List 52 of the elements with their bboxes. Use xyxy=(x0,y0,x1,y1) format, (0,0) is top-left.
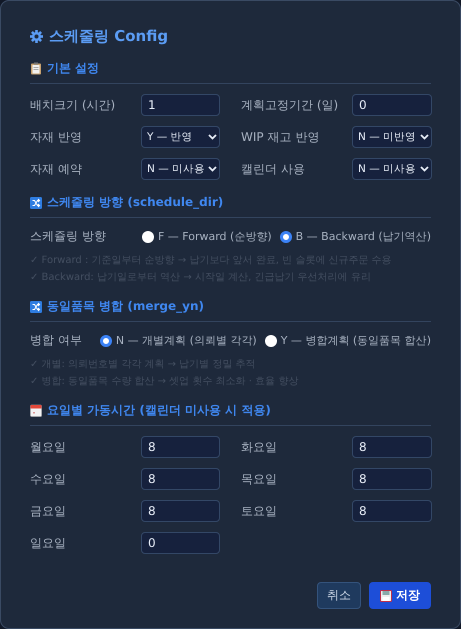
dropdown[interactable]: N — 미사용 xyxy=(141,158,220,180)
clipboard-icon xyxy=(30,62,42,75)
field-label: 목요일 xyxy=(240,470,278,488)
number-field[interactable]: 8 xyxy=(141,468,220,490)
section-title: 기본 설정 xyxy=(47,60,100,77)
dropdown[interactable]: Y — 반영 xyxy=(141,126,220,148)
radio-option[interactable]: B — Backward (납기역산) xyxy=(280,229,431,244)
section-title: 스케줄링 방향 (schedule_dir) xyxy=(47,194,224,211)
field-label: 계획고정기간 (일) xyxy=(240,96,340,114)
field-label: 자재 예약 xyxy=(30,160,83,178)
calendar-icon xyxy=(30,404,42,417)
dropdown[interactable]: N — 미사용 xyxy=(352,158,432,180)
field-label: 캘린더 사용 xyxy=(240,160,306,178)
field-label: 토요일 xyxy=(240,502,278,520)
number-field[interactable]: 8 xyxy=(352,468,432,490)
dropdown[interactable]: N — 미반영 xyxy=(352,126,432,148)
radio-button[interactable] xyxy=(280,230,292,242)
settings-icon xyxy=(30,30,43,43)
shuffle-icon xyxy=(30,300,42,312)
shuffle-icon xyxy=(30,196,42,208)
number-field[interactable]: 1 xyxy=(141,94,220,116)
field-label: 화요일 xyxy=(240,438,278,456)
field-label: 금요일 xyxy=(30,502,67,520)
field-label: 자재 반영 xyxy=(30,128,83,146)
number-field[interactable]: 0 xyxy=(141,532,220,554)
radio-button[interactable] xyxy=(264,334,277,346)
dialog-title: 스케줄링 Config xyxy=(49,27,168,46)
radio-button[interactable] xyxy=(142,230,154,242)
chevron-down-icon xyxy=(420,134,429,140)
field-label: 일요일 xyxy=(30,534,67,552)
radio-option[interactable]: F — Forward (순방향) xyxy=(142,229,272,244)
section-title: 동일품목 병합 (merge_yn) xyxy=(47,298,204,315)
chevron-down-icon xyxy=(420,166,429,172)
field-label: 배치크기 (시간) xyxy=(30,96,116,114)
chevron-down-icon xyxy=(208,166,217,172)
field-label: 월요일 xyxy=(30,438,67,456)
number-field[interactable]: 8 xyxy=(352,436,432,458)
field-label: 수요일 xyxy=(30,470,67,488)
number-field[interactable]: 0 xyxy=(352,94,432,116)
cancel-button[interactable]: 취소 xyxy=(317,582,361,609)
field-label: 병합 여부 xyxy=(30,332,82,349)
save-button[interactable]: 저장 xyxy=(369,582,431,609)
chevron-down-icon xyxy=(208,134,217,140)
radio-button[interactable] xyxy=(100,334,112,346)
number-field[interactable]: 8 xyxy=(141,436,220,458)
section-title: 요일별 가동시간 (캘린더 미사용 시 적용) xyxy=(47,402,271,419)
radio-option[interactable]: Y — 병합계획 (동일품목 합산) xyxy=(264,333,431,348)
number-field[interactable]: 8 xyxy=(352,500,432,522)
radio-option[interactable]: N — 개별계획 (의뢰별 각각) xyxy=(100,333,257,348)
field-label: WIP 재고 반영 xyxy=(240,128,320,146)
field-label: 스케쥴링 방향 xyxy=(30,228,106,245)
number-field[interactable]: 8 xyxy=(141,500,220,522)
